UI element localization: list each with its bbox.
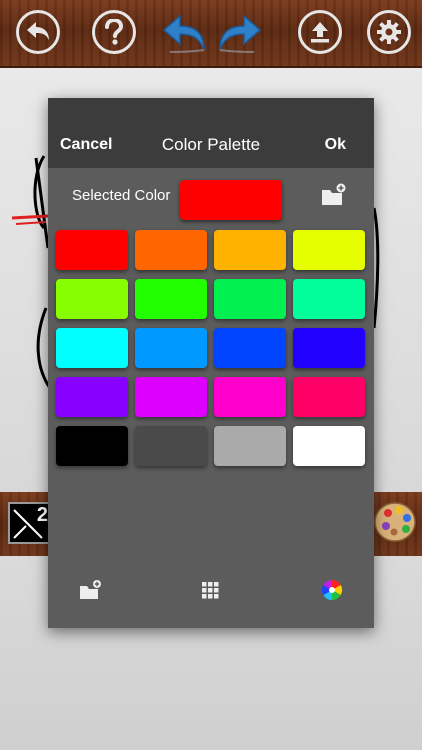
color-swatch[interactable] bbox=[293, 377, 365, 417]
undo-icon bbox=[162, 14, 205, 53]
color-swatch[interactable] bbox=[214, 279, 286, 319]
undo-button[interactable] bbox=[160, 8, 210, 58]
color-swatch[interactable] bbox=[135, 230, 207, 270]
color-swatch[interactable] bbox=[214, 377, 286, 417]
selected-color-swatch bbox=[180, 180, 282, 220]
grid-icon bbox=[202, 582, 219, 599]
color-swatch[interactable] bbox=[135, 377, 207, 417]
color-swatch[interactable] bbox=[214, 426, 286, 466]
color-swatch[interactable] bbox=[135, 426, 207, 466]
add-to-folder-icon bbox=[322, 183, 346, 205]
back-button[interactable] bbox=[16, 10, 60, 54]
color-wheel-button[interactable] bbox=[320, 578, 344, 602]
selected-color-label: Selected Color bbox=[72, 187, 171, 204]
brush-size-button[interactable]: 2 bbox=[8, 502, 52, 544]
settings-button[interactable] bbox=[367, 10, 411, 54]
color-swatch[interactable] bbox=[56, 426, 128, 466]
color-swatch[interactable] bbox=[214, 230, 286, 270]
color-swatch[interactable] bbox=[135, 328, 207, 368]
redo-button[interactable] bbox=[214, 8, 264, 58]
upload-button[interactable] bbox=[298, 10, 342, 54]
upload-icon bbox=[311, 22, 329, 43]
add-to-folder-icon bbox=[80, 580, 101, 599]
color-swatch[interactable] bbox=[214, 328, 286, 368]
back-arrow-icon bbox=[27, 22, 49, 40]
help-button[interactable] bbox=[92, 10, 136, 54]
gear-icon bbox=[377, 20, 401, 44]
brush-size-value: 2 bbox=[36, 504, 48, 526]
grid-view-button[interactable] bbox=[198, 578, 222, 602]
color-swatch[interactable] bbox=[293, 426, 365, 466]
ok-button[interactable]: Ok bbox=[325, 136, 346, 154]
color-swatch[interactable] bbox=[56, 328, 128, 368]
top-toolbar bbox=[0, 0, 422, 68]
color-swatch[interactable] bbox=[135, 279, 207, 319]
question-icon bbox=[105, 19, 124, 45]
color-swatch[interactable] bbox=[293, 279, 365, 319]
color-swatch[interactable] bbox=[56, 279, 128, 319]
color-swatch[interactable] bbox=[293, 230, 365, 270]
palette-button[interactable] bbox=[372, 498, 418, 544]
palette-icon bbox=[374, 502, 416, 542]
color-palette-dialog: Cancel Color Palette Ok Selected Color bbox=[48, 98, 374, 628]
color-swatch[interactable] bbox=[56, 230, 128, 270]
color-swatch[interactable] bbox=[56, 377, 128, 417]
dialog-header: Cancel Color Palette Ok bbox=[48, 98, 374, 168]
add-selected-color-button[interactable] bbox=[320, 182, 346, 208]
color-wheel-icon bbox=[321, 579, 343, 601]
add-color-button[interactable] bbox=[78, 578, 102, 602]
redo-icon bbox=[219, 14, 262, 53]
color-swatch[interactable] bbox=[293, 328, 365, 368]
